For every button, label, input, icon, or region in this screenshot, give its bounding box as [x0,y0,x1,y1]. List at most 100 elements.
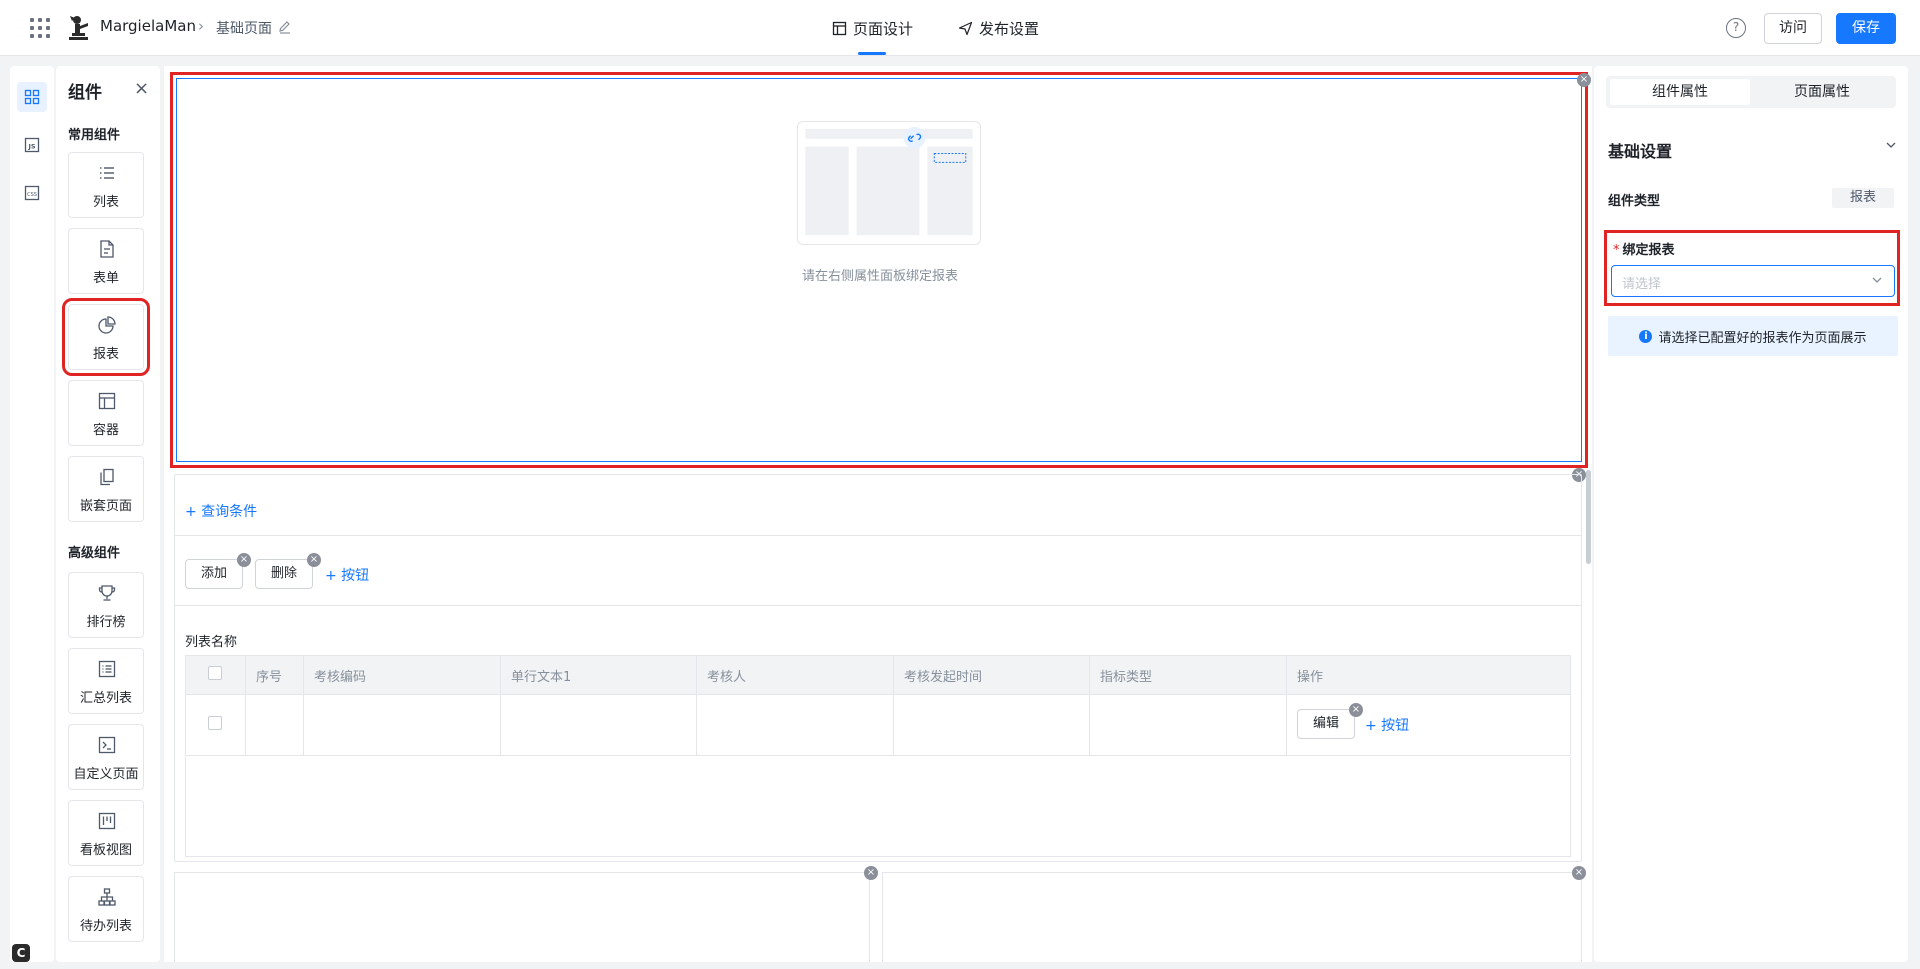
bind-report-field: * 绑定报表 请选择 [1604,230,1900,306]
table-cell [500,694,697,756]
components-icon[interactable] [17,82,47,112]
left-icon-rail: JS CSS [10,66,54,962]
add-query-condition-link[interactable]: + 查询条件 [185,501,257,521]
component-panel: 组件 × 常用组件 列表 表单 报表 容器 嵌套页面 高级组件 排行榜 汇总列表… [56,66,160,962]
design-canvas: 请在右侧属性面板绑定报表 × × + 查询条件 添加 × 删除 × + 按钮 列… [164,66,1592,962]
active-tab-indicator [858,52,886,55]
list-title: 列表名称 [185,635,238,650]
table-header-row: 序号 考核编码 单行文本1 考核人 考核发起时间 指标类型 操作 [185,655,1571,695]
tab-page-props[interactable]: 页面属性 [1752,79,1892,105]
component-custom-page[interactable]: 自定义页面 [68,724,144,790]
component-label: 容器 [92,423,119,438]
js-icon[interactable]: JS [17,130,47,160]
remove-block-icon[interactable]: × [864,866,878,880]
close-icon[interactable]: × [134,78,149,99]
remove-button-icon[interactable]: × [237,553,251,567]
table-cell-actions: 编辑 × + 按钮 [1286,694,1571,756]
row-checkbox[interactable] [185,694,246,756]
list-icon [100,167,114,179]
table-cell [1089,694,1287,756]
tab-page-design[interactable]: 页面设计 [832,16,913,40]
nested-page-icon [100,468,114,486]
chevron-down-icon[interactable] [1884,138,1898,152]
component-kanban[interactable]: 看板视图 [68,800,144,866]
canvas-scrollbar[interactable] [1586,470,1591,564]
properties-panel: 组件属性 页面属性 基础设置 组件类型 报表 * 绑定报表 请选择 i 请选择已配… [1594,66,1908,962]
row-edit-button[interactable]: 编辑 [1297,709,1355,739]
summary-list-icon [98,660,116,678]
list-delete-button[interactable]: 删除 [255,559,313,589]
container-icon [98,392,116,410]
visit-button[interactable]: 访问 [1764,13,1822,44]
kanban-icon [98,812,116,830]
component-label: 待办列表 [79,919,132,934]
component-todo-list[interactable]: 待办列表 [68,876,144,942]
table-cell [696,694,894,756]
list-add-button[interactable]: 添加 [185,559,243,589]
remove-button-icon[interactable]: × [307,553,321,567]
c-badge-icon[interactable]: C [12,944,30,962]
section-title[interactable]: 基础设置 [1608,138,1672,162]
table-cell [893,694,1090,756]
edit-icon[interactable] [278,20,292,34]
component-list[interactable]: 列表 [68,152,144,218]
info-tip-text: 请选择已配置好的报表作为页面展示 [1658,330,1867,346]
tab-label: 页面设计 [853,19,914,38]
container-column-right[interactable] [882,872,1582,962]
tab-label: 发布设置 [979,19,1040,38]
required-mark: * [1613,243,1620,258]
component-label: 汇总列表 [79,691,132,706]
panel-title: 组件 [68,83,102,103]
report-placeholder-illustration [797,121,981,245]
common-group-title: 常用组件 [68,128,121,143]
column-header: 考核发起时间 [893,655,1090,695]
report-component-block[interactable]: 请在右侧属性面板绑定报表 × [170,72,1591,468]
chart-pie-icon [98,316,116,334]
divider [175,535,1581,536]
help-icon[interactable]: ? [1726,18,1746,38]
table-cell [245,694,304,756]
column-header: 操作 [1286,655,1571,695]
tab-publish-settings[interactable]: 发布设置 [958,16,1039,40]
app-name[interactable]: MargielaMan [100,17,196,35]
divider [175,605,1581,606]
report-component-selected[interactable]: 请在右侧属性面板绑定报表 [176,78,1582,462]
terminal-icon [98,736,116,754]
app-grid-icon[interactable] [30,18,50,38]
remove-button-icon[interactable]: × [1349,703,1363,717]
component-report[interactable]: 报表 [62,298,150,376]
component-label: 排行榜 [86,615,126,630]
column-header: 单行文本1 [500,655,697,695]
list-component-block[interactable]: + 查询条件 添加 × 删除 × + 按钮 列表名称 序号 考核编码 单行文本1… [174,474,1582,862]
select-all-checkbox[interactable] [185,655,246,695]
select-placeholder: 请选择 [1622,277,1662,292]
bind-report-text: 绑定报表 [1622,243,1675,258]
table-row: 编辑 × + 按钮 [185,694,1571,756]
component-type-value: 报表 [1832,188,1894,208]
table-empty-area [185,757,1571,857]
component-container[interactable]: 容器 [68,380,144,446]
component-summary-list[interactable]: 汇总列表 [68,648,144,714]
remove-block-icon[interactable]: × [1577,73,1591,87]
info-tip: i 请选择已配置好的报表作为页面展示 [1608,316,1898,356]
component-form[interactable]: 表单 [68,228,144,294]
add-button-link[interactable]: + 按钮 [325,565,369,585]
component-label: 报表 [92,347,119,362]
app-logo [69,16,88,40]
css-icon[interactable]: CSS [17,178,47,208]
remove-block-icon[interactable]: × [1572,866,1586,880]
save-button[interactable]: 保存 [1836,13,1896,44]
advanced-group-title: 高级组件 [68,546,121,561]
container-column-left[interactable] [174,872,870,962]
component-leaderboard[interactable]: 排行榜 [68,572,144,638]
tab-component-props[interactable]: 组件属性 [1610,79,1750,105]
component-type-label: 组件类型 [1608,194,1661,209]
bind-report-select[interactable]: 请选择 [1611,265,1895,297]
form-icon [100,240,114,258]
chevron-down-icon [1872,277,1882,283]
top-bar: MargielaMan › 基础页面 页面设计 发布设置 ? 访问 保存 [0,0,1920,56]
component-nested-page[interactable]: 嵌套页面 [68,456,144,522]
info-icon: i [1639,329,1653,343]
component-label: 自定义页面 [73,767,139,782]
row-add-button-link[interactable]: + 按钮 [1365,715,1409,735]
